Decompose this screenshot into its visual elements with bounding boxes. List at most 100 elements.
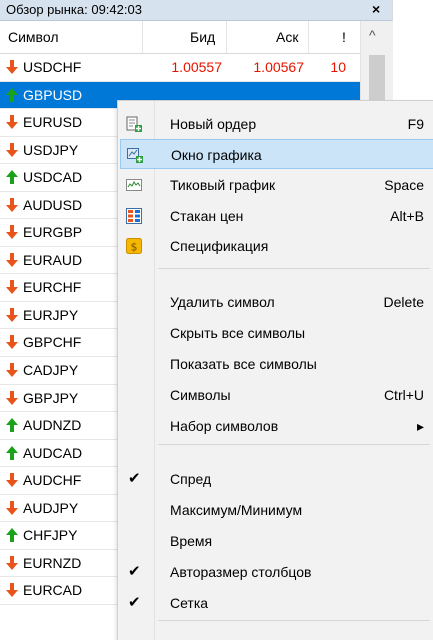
menu-item[interactable]: Новый ордер F9 bbox=[120, 109, 433, 139]
arrow-down-icon bbox=[6, 335, 18, 350]
symbol-name: EURCHF bbox=[23, 279, 82, 296]
arrow-down-icon bbox=[6, 390, 18, 405]
symbol-name: AUDCHF bbox=[23, 472, 82, 489]
column-divider bbox=[308, 21, 309, 53]
column-divider bbox=[142, 21, 143, 53]
menu-item[interactable]: Стакан цен Alt+B bbox=[120, 201, 433, 231]
table-header: Символ Бид Аск ! bbox=[0, 21, 392, 54]
arrow-down-icon bbox=[6, 307, 18, 322]
menu-item-shortcut: Ctrl+U bbox=[383, 387, 424, 403]
menu-item-label: Окно графика bbox=[171, 147, 262, 163]
symbol-name: AUDNZD bbox=[23, 417, 82, 434]
symbol-name: AUDCAD bbox=[23, 444, 83, 461]
menu-item[interactable]: Показать все символы bbox=[120, 349, 433, 379]
menu-item[interactable]: ✔ Авторазмер столбцов bbox=[120, 557, 433, 587]
window-title: Обзор рынка: 09:42:03 bbox=[6, 2, 142, 17]
menu-item-label: Показать все символы bbox=[170, 356, 317, 372]
menu-item-shortcut: Alt+B bbox=[390, 208, 424, 224]
menu-item-label: Максимум/Минимум bbox=[170, 502, 303, 518]
new-order-icon bbox=[126, 116, 142, 132]
arrow-down-icon bbox=[6, 583, 18, 598]
menu-item-label: Набор символов bbox=[170, 418, 279, 434]
symbol-name: GBPJPY bbox=[23, 389, 79, 406]
menu-item[interactable]: $ Спецификация bbox=[120, 231, 433, 261]
menu-item[interactable]: Окно графика bbox=[120, 139, 433, 169]
menu-item-label: Удалить символ bbox=[170, 294, 275, 310]
checkmark-icon: ✔ bbox=[128, 470, 141, 487]
menu-item-label: Авторазмер столбцов bbox=[170, 564, 312, 580]
submenu-arrow-icon: ▸ bbox=[416, 418, 424, 434]
arrow-down-icon bbox=[6, 555, 18, 570]
arrow-up-icon bbox=[6, 87, 18, 102]
menu-item-label: Новый ордер bbox=[170, 116, 257, 132]
menu-item-shortcut: Space bbox=[384, 177, 424, 193]
symbol-name: USDCHF bbox=[23, 59, 82, 75]
menu-item[interactable]: Удалить символ Delete bbox=[120, 287, 433, 317]
arrow-down-icon bbox=[6, 225, 18, 240]
symbol-name: AUDUSD bbox=[23, 196, 83, 213]
arrow-down-icon bbox=[6, 473, 18, 488]
arrow-up-icon bbox=[6, 418, 18, 433]
symbol-name: EURCAD bbox=[23, 582, 83, 599]
arrow-down-icon bbox=[6, 115, 18, 130]
scroll-up-arrow-icon[interactable]: ^ bbox=[369, 27, 376, 43]
symbol-name: GBPUSD bbox=[23, 86, 83, 103]
window-title-bar: Обзор рынка: 09:42:03 × bbox=[0, 0, 392, 21]
menu-item[interactable]: Время bbox=[120, 526, 433, 556]
symbol-name: EURJPY bbox=[23, 306, 79, 323]
menu-item[interactable]: Максимум/Минимум bbox=[120, 495, 433, 525]
chart-window-icon bbox=[127, 147, 143, 163]
bid-value: 1.00557 bbox=[171, 59, 222, 75]
menu-item[interactable]: ✔ Спред bbox=[120, 464, 433, 494]
arrow-up-icon bbox=[6, 528, 18, 543]
symbol-name: EURAUD bbox=[23, 251, 83, 268]
ask-value: 1.00567 bbox=[253, 59, 304, 75]
menu-separator bbox=[158, 444, 430, 445]
menu-item[interactable]: Скрыть все символы bbox=[120, 318, 433, 348]
menu-item-label: Время bbox=[170, 533, 213, 549]
context-menu: Новый ордер F9 Окно графика Тиковый график S… bbox=[117, 100, 433, 640]
menu-item[interactable]: Набор символов ▸ bbox=[120, 411, 433, 441]
menu-item-label: Тиковый график bbox=[170, 177, 276, 193]
arrow-down-icon bbox=[6, 252, 18, 267]
tick-chart-icon bbox=[126, 177, 142, 193]
menu-item[interactable]: ✔ Сетка bbox=[120, 588, 433, 618]
arrow-down-icon bbox=[6, 280, 18, 295]
symbol-name: CADJPY bbox=[23, 362, 79, 379]
symbol-name: GBPCHF bbox=[23, 334, 82, 351]
menu-item[interactable]: Символы Ctrl+U bbox=[120, 380, 433, 410]
column-header-spread[interactable]: ! bbox=[342, 29, 346, 45]
menu-separator bbox=[158, 268, 430, 269]
menu-item[interactable]: Тиковый график Space bbox=[120, 170, 433, 200]
symbol-name: CHFJPY bbox=[23, 527, 78, 544]
menu-item-label: Спецификация bbox=[170, 238, 269, 254]
column-divider bbox=[226, 21, 227, 53]
arrow-down-icon bbox=[6, 197, 18, 212]
symbol-name: AUDJPY bbox=[23, 499, 79, 516]
spread-value: 10 bbox=[330, 59, 346, 75]
menu-item-label: Скрыть все символы bbox=[170, 325, 306, 341]
menu-item-label: Спред bbox=[170, 471, 212, 487]
depth-of-market-icon bbox=[126, 208, 142, 224]
column-header-symbol[interactable]: Символ bbox=[8, 29, 58, 45]
menu-item-label: Символы bbox=[170, 387, 231, 403]
close-button[interactable]: × bbox=[372, 1, 380, 17]
specification-icon: $ bbox=[126, 238, 142, 254]
menu-item-label: Стакан цен bbox=[170, 208, 244, 224]
arrow-down-icon bbox=[6, 363, 18, 378]
arrow-up-icon bbox=[6, 445, 18, 460]
menu-item-shortcut: Delete bbox=[383, 294, 424, 310]
checkmark-icon: ✔ bbox=[128, 594, 141, 611]
menu-separator bbox=[158, 620, 430, 621]
column-header-ask[interactable]: Аск bbox=[276, 29, 298, 45]
symbol-name: USDCAD bbox=[23, 169, 83, 186]
arrow-down-icon bbox=[6, 142, 18, 157]
symbol-name: EURUSD bbox=[23, 114, 83, 131]
table-row[interactable]: USDCHF 1.00557 1.00567 10 bbox=[0, 54, 360, 82]
column-header-bid[interactable]: Бид bbox=[190, 29, 215, 45]
symbol-name: USDJPY bbox=[23, 141, 79, 158]
arrow-up-icon bbox=[6, 170, 18, 185]
arrow-down-icon bbox=[6, 60, 18, 74]
menu-item-shortcut: F9 bbox=[407, 116, 424, 132]
symbol-name: EURNZD bbox=[23, 554, 82, 571]
